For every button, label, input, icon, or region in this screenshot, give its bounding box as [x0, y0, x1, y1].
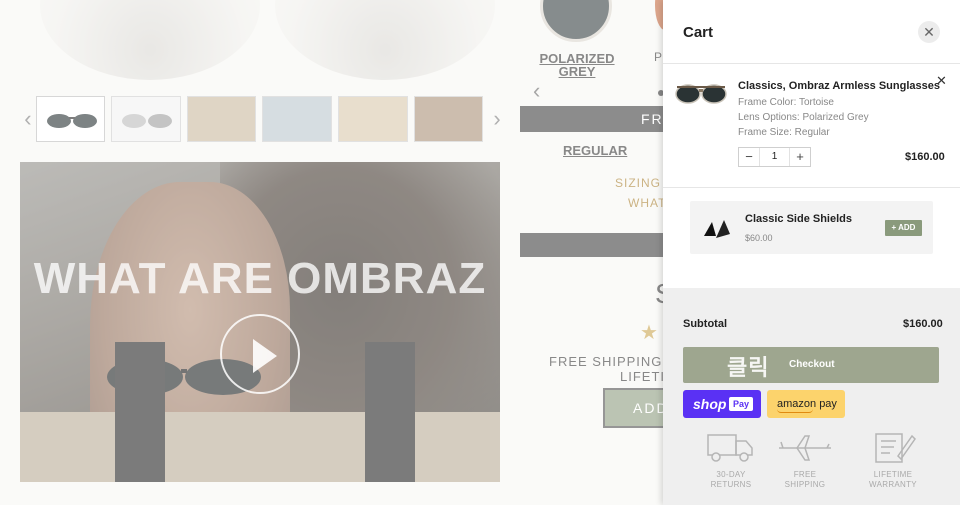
badge-returns-line1: 30-DAY	[716, 470, 746, 479]
amazon-pay-button[interactable]: amazon pay	[767, 390, 845, 418]
upsell-add-button[interactable]: + ADD	[885, 220, 922, 236]
upsell-price: $60.00	[745, 233, 773, 243]
badge-warranty-line2: WARRANTY	[869, 480, 917, 489]
subtotal-label: Subtotal	[683, 318, 727, 330]
item-name[interactable]: Classics, Ombraz Armless Sunglasses	[738, 80, 940, 92]
side-shields-thumbnail	[704, 220, 730, 238]
warranty-icon	[875, 433, 916, 463]
airplane-icon	[779, 435, 831, 461]
checkout-button[interactable]: 클릭 Checkout	[683, 347, 939, 383]
cart-header: Cart ✕	[663, 0, 960, 64]
upsell-name: Classic Side Shields	[745, 213, 852, 225]
badge-returns-line2: RETURNS	[710, 480, 752, 489]
shop-pay-pay-badge: Pay	[729, 397, 753, 411]
product-thumbnail	[675, 84, 727, 104]
truck-icon	[707, 434, 753, 462]
item-price: $160.00	[905, 151, 945, 163]
amazon-smile-icon	[777, 409, 813, 413]
shop-pay-brand: shop	[693, 396, 727, 412]
checkout-label: Checkout	[789, 359, 835, 370]
click-overlay-text: 클릭	[727, 355, 770, 380]
quantity-increase-button[interactable]: +	[790, 148, 810, 166]
quantity-input[interactable]: 1	[759, 148, 790, 166]
badge-shipping: FREE SHIPPING	[765, 430, 845, 490]
upsell-card: Classic Side Shields $60.00 + ADD	[690, 201, 933, 254]
quantity-decrease-button[interactable]: −	[739, 148, 759, 166]
badge-warranty-line1: LIFETIME	[873, 470, 913, 479]
quantity-stepper: − 1 +	[738, 147, 811, 167]
badge-warranty: LIFETIME WARRANTY	[853, 430, 933, 490]
badge-shipping-line1: FREE	[793, 470, 817, 479]
cart-footer: Subtotal $160.00 클릭 Checkout shop Pay am…	[663, 288, 960, 505]
item-option-frame-color: Frame Color: Tortoise	[738, 97, 834, 108]
cart-title: Cart	[683, 24, 714, 41]
cart-line-item: Classics, Ombraz Armless Sunglasses ✕ Fr…	[663, 64, 960, 188]
cart-drawer: Cart ✕ Classics, Ombraz Armless Sunglass…	[663, 0, 960, 505]
remove-item-icon[interactable]: ✕	[936, 73, 947, 89]
badge-shipping-line2: SHIPPING	[784, 480, 826, 489]
shop-pay-button[interactable]: shop Pay	[683, 390, 761, 418]
subtotal-value: $160.00	[903, 318, 943, 330]
item-option-lens: Lens Options: Polarized Grey	[738, 112, 869, 123]
badge-returns: 30-DAY RETURNS	[691, 430, 771, 490]
item-option-frame-size: Frame Size: Regular	[738, 127, 830, 138]
close-icon[interactable]: ✕	[918, 21, 940, 43]
